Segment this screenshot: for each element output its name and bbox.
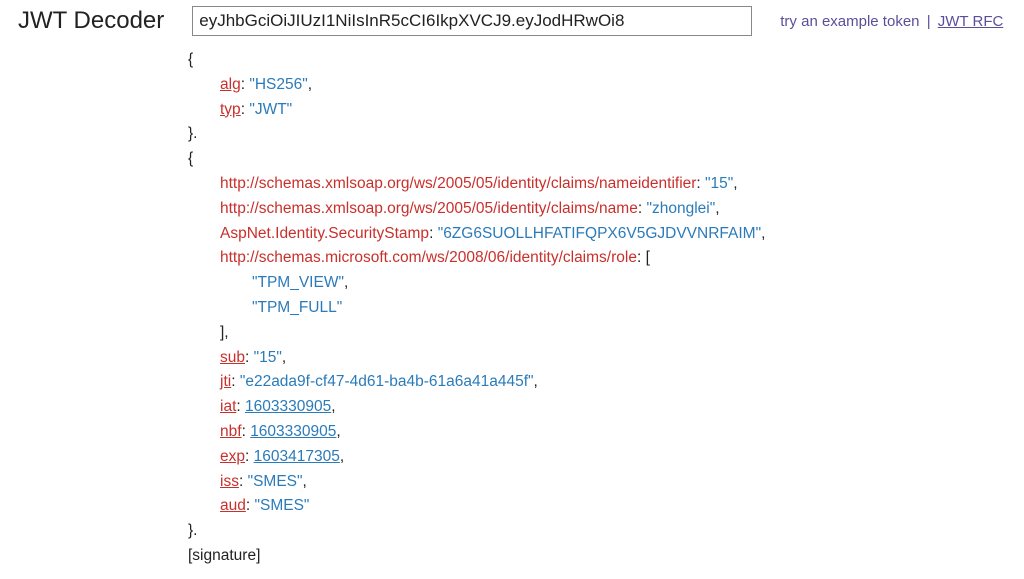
page-title: JWT Decoder xyxy=(18,7,164,35)
claim-key-jti[interactable]: jti xyxy=(220,373,231,390)
claim-key-typ[interactable]: typ xyxy=(220,101,241,118)
brace-close-dot: }. xyxy=(188,125,197,142)
header: JWT Decoder try an example token | JWT R… xyxy=(18,6,1006,36)
header-links: try an example token | JWT RFC xyxy=(780,13,1003,30)
jwt-rfc-link[interactable]: JWT RFC xyxy=(938,13,1004,30)
bracket-close: ], xyxy=(220,324,229,341)
brace-close-dot: }. xyxy=(188,522,197,539)
example-token-link[interactable]: try an example token xyxy=(780,13,919,30)
claim-value: "JWT" xyxy=(249,101,292,118)
token-input[interactable] xyxy=(192,6,752,36)
claim-value-timestamp[interactable]: 1603330905 xyxy=(245,398,331,415)
claim-key-securitystamp: AspNet.Identity.SecurityStamp xyxy=(220,225,429,242)
claim-value-timestamp[interactable]: 1603330905 xyxy=(250,423,336,440)
role-array-value: "TPM_FULL" xyxy=(252,299,342,316)
claim-value: "6ZG6SUOLLHFATIFQPX6V5GJDVVNRFAIM" xyxy=(438,225,761,242)
claim-key-name: http://schemas.xmlsoap.org/ws/2005/05/id… xyxy=(220,200,638,217)
claim-key-exp[interactable]: exp xyxy=(220,448,245,465)
decoded-output: { alg: "HS256", typ: "JWT" }. { http://s… xyxy=(188,48,1006,569)
brace-open: { xyxy=(188,51,193,68)
claim-value: "SMES" xyxy=(255,497,310,514)
claim-key-sub[interactable]: sub xyxy=(220,349,245,366)
claim-key-alg[interactable]: alg xyxy=(220,76,241,93)
claim-value: "zhonglei" xyxy=(646,200,715,217)
role-array-value: "TPM_VIEW" xyxy=(252,274,344,291)
claim-key-aud[interactable]: aud xyxy=(220,497,246,514)
brace-open: { xyxy=(188,150,193,167)
claim-key-nameid: http://schemas.xmlsoap.org/ws/2005/05/id… xyxy=(220,175,696,192)
claim-value: "15" xyxy=(705,175,733,192)
signature-placeholder: [signature] xyxy=(188,547,260,564)
claim-key-nbf[interactable]: nbf xyxy=(220,423,242,440)
claim-key-role: http://schemas.microsoft.com/ws/2008/06/… xyxy=(220,249,637,266)
claim-value: "15" xyxy=(254,349,282,366)
claim-value: "HS256" xyxy=(249,76,307,93)
claim-value-timestamp[interactable]: 1603417305 xyxy=(254,448,340,465)
claim-value: "SMES" xyxy=(248,473,303,490)
claim-key-iat[interactable]: iat xyxy=(220,398,236,415)
claim-value: "e22ada9f-cf47-4d61-ba4b-61a6a41a445f" xyxy=(240,373,534,390)
claim-key-iss[interactable]: iss xyxy=(220,473,239,490)
link-separator: | xyxy=(927,13,931,30)
